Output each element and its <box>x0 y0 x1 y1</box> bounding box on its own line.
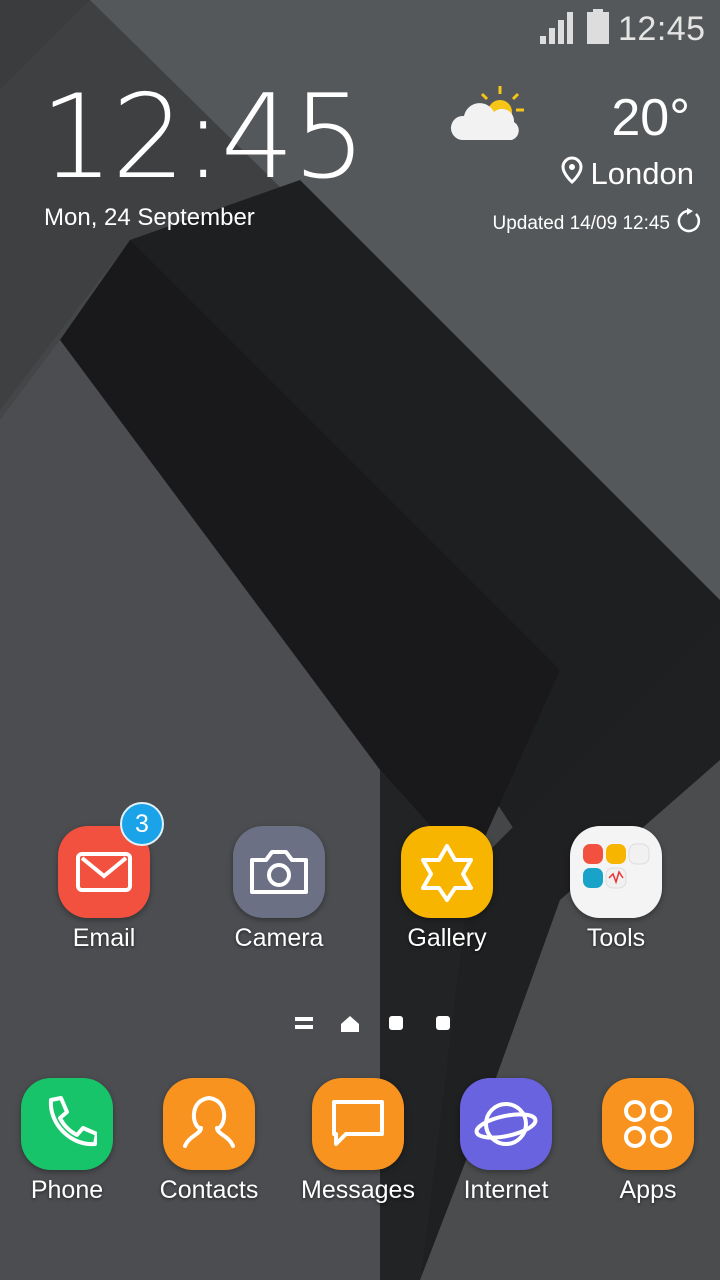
dock-app-contacts[interactable]: Contacts <box>134 1078 284 1218</box>
folder-icon <box>570 826 662 918</box>
apps-icon <box>602 1078 694 1170</box>
app-label: Gallery <box>407 924 487 952</box>
battery-icon <box>586 9 610 50</box>
dock-app-messages[interactable]: Messages <box>283 1078 433 1218</box>
weather-temperature: 20° <box>611 89 690 147</box>
location-pin-icon <box>561 156 583 192</box>
app-gallery[interactable]: Gallery <box>372 826 522 966</box>
app-label: Phone <box>30 1176 104 1204</box>
notification-badge: 3 <box>120 802 164 846</box>
menu-icon[interactable] <box>294 1015 314 1036</box>
home-icon[interactable] <box>340 1015 360 1038</box>
weather-location: London <box>561 156 694 192</box>
messages-icon <box>312 1078 404 1170</box>
page-indicator[interactable] <box>290 1012 460 1036</box>
dock-app-apps[interactable]: Apps <box>573 1078 720 1218</box>
app-tools[interactable]: Tools <box>541 826 691 966</box>
app-camera[interactable]: Camera <box>204 826 354 966</box>
contacts-icon <box>163 1078 255 1170</box>
status-time: 12:45 <box>618 10 706 48</box>
app-email[interactable]: Email <box>29 826 179 966</box>
clock-widget[interactable]: 12:45 Mon, 24 September <box>40 80 370 240</box>
signal-icon <box>540 10 576 49</box>
weather-updated-label: Updated 14/09 12:45 <box>492 213 671 234</box>
clock-date: Mon, 24 September <box>44 204 255 231</box>
app-label: Messages <box>301 1176 415 1204</box>
page-dot[interactable] <box>435 1015 451 1036</box>
internet-icon <box>460 1078 552 1170</box>
weather-updated: Updated 14/09 12:45 <box>493 208 703 240</box>
app-label: Contacts <box>159 1176 259 1204</box>
app-label: Tools <box>586 924 646 952</box>
status-bar: 12:45 <box>0 0 720 60</box>
clock-time: 12:45 <box>40 70 366 205</box>
dock-app-internet[interactable]: Internet <box>431 1078 581 1218</box>
page-dot[interactable] <box>388 1015 404 1036</box>
dock-app-phone[interactable]: Phone <box>0 1078 142 1218</box>
partly-sunny-icon <box>448 84 528 153</box>
phone-icon <box>21 1078 113 1170</box>
weather-location-label: London <box>590 156 694 191</box>
app-label: Apps <box>619 1176 677 1204</box>
weather-widget[interactable]: 20° London Updated 14/09 12:45 <box>450 80 703 240</box>
camera-icon <box>233 826 325 918</box>
gallery-icon <box>401 826 493 918</box>
app-label: Email <box>72 924 136 952</box>
app-label: Internet <box>463 1176 549 1204</box>
refresh-icon[interactable] <box>676 208 702 240</box>
app-label: Camera <box>234 924 324 952</box>
